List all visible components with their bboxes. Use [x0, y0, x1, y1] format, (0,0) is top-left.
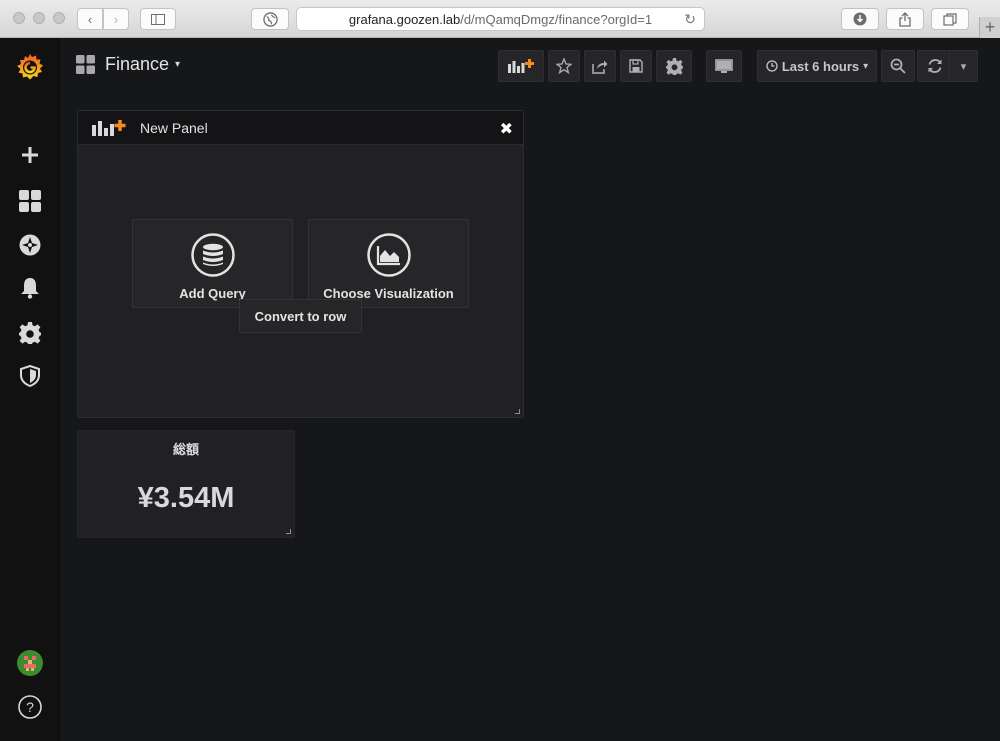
chevron-right-icon: › — [113, 11, 119, 27]
refresh-interval-dropdown[interactable]: ▾ — [949, 50, 978, 82]
bell-icon — [21, 278, 39, 299]
star-dashboard-button[interactable] — [548, 50, 580, 82]
add-query-label: Add Query — [179, 286, 246, 301]
help-icon: ? — [18, 695, 42, 719]
sidebar-item-profile[interactable] — [0, 643, 60, 683]
dashboard-grid-icon — [19, 190, 41, 212]
tabs-icon — [943, 12, 957, 26]
site-settings-button[interactable] — [251, 8, 289, 30]
grafana-logo-icon — [17, 54, 43, 80]
sidebar-toggle-button[interactable] — [140, 8, 176, 30]
refresh-button[interactable] — [917, 50, 953, 82]
sidebar-item-explore[interactable] — [0, 225, 60, 265]
add-panel-icon — [508, 59, 534, 73]
new-tab-button[interactable]: + — [979, 17, 1000, 38]
dashboard-navbar: Finance ▾ Last 6 hours ▾ ▾ — [60, 38, 1000, 94]
shield-icon — [20, 365, 40, 387]
url-path: /d/mQamqDmgz/finance?orgId=1 — [460, 11, 653, 27]
monitor-icon — [715, 58, 733, 73]
caret-down-icon: ▾ — [863, 60, 869, 72]
zoom-out-button[interactable] — [881, 50, 915, 82]
time-range-label: Last 6 hours — [781, 58, 860, 74]
downloads-button[interactable] — [841, 8, 879, 30]
caret-down-icon: ▾ — [960, 60, 967, 73]
gear-icon — [19, 322, 41, 344]
forward-button[interactable]: › — [103, 8, 129, 30]
time-range-picker[interactable]: Last 6 hours ▾ — [757, 50, 877, 82]
sidebar-item-help[interactable]: ? — [0, 687, 60, 727]
add-panel-icon — [92, 119, 126, 136]
add-query-button[interactable]: Add Query — [132, 219, 293, 308]
grafana-logo[interactable] — [0, 47, 60, 87]
sidebar-item-dashboards[interactable] — [0, 181, 60, 221]
choose-visualization-button[interactable]: Choose Visualization — [308, 219, 469, 308]
share-button[interactable] — [886, 8, 924, 30]
star-icon — [556, 58, 572, 74]
sidebar-item-create[interactable] — [0, 135, 60, 175]
chevron-left-icon: ‹ — [87, 11, 93, 27]
stat-value: ¥3.54M — [137, 482, 235, 514]
refresh-icon — [928, 59, 942, 73]
dashboard-picker[interactable]: Finance ▾ — [76, 54, 180, 75]
convert-to-row-button[interactable]: Convert to row — [239, 299, 362, 333]
share-icon — [592, 60, 608, 74]
sidebar-item-server-admin[interactable] — [0, 356, 60, 396]
share-icon — [899, 11, 911, 27]
avatar — [17, 650, 43, 676]
stat-panel-title[interactable]: 総額 — [78, 439, 294, 458]
new-panel-title: New Panel — [140, 119, 208, 136]
stat-panel: 総額 ¥3.54M — [77, 430, 295, 538]
dashboard-grid-icon — [76, 55, 95, 74]
window-minimize-button[interactable] — [33, 12, 45, 24]
new-panel: New Panel ✖ Add Query Choose Visualizati… — [77, 110, 524, 418]
window-close-button[interactable] — [13, 12, 25, 24]
clock-icon — [766, 60, 778, 72]
svg-text:?: ? — [26, 699, 34, 715]
reload-icon[interactable]: ↻ — [684, 11, 696, 28]
database-icon — [190, 233, 235, 277]
window-zoom-button[interactable] — [53, 12, 65, 24]
dashboard-title: Finance — [105, 54, 170, 74]
dashboard-settings-button[interactable] — [656, 50, 692, 82]
gear-icon — [665, 57, 683, 75]
sidebar-icon — [151, 13, 165, 25]
sidebar-item-alerting[interactable] — [0, 268, 60, 308]
compass-icon — [19, 234, 41, 256]
resize-handle[interactable] — [286, 529, 291, 534]
save-icon — [629, 59, 643, 73]
zoom-out-icon — [890, 58, 906, 74]
plus-icon — [22, 147, 38, 163]
area-chart-icon — [366, 233, 411, 277]
tabs-overview-button[interactable] — [931, 8, 969, 30]
add-panel-button[interactable] — [498, 50, 544, 82]
share-dashboard-button[interactable] — [584, 50, 616, 82]
sidemenu: ? — [0, 38, 60, 741]
sidebar-item-configuration[interactable] — [0, 313, 60, 353]
globe-icon — [262, 11, 278, 27]
caret-down-icon: ▾ — [175, 59, 181, 70]
address-bar[interactable]: grafana.goozen.lab/d/mQamqDmgz/finance?o… — [296, 7, 705, 31]
download-icon — [853, 12, 867, 26]
close-icon[interactable]: ✖ — [500, 119, 513, 139]
resize-handle[interactable] — [515, 409, 520, 414]
url-host: grafana.goozen.lab — [348, 11, 461, 27]
browser-toolbar: ‹ › grafana.goozen.lab/d/mQamqDmgz/finan… — [0, 0, 1000, 38]
view-mode-button[interactable] — [706, 50, 742, 82]
save-dashboard-button[interactable] — [620, 50, 652, 82]
new-panel-header: New Panel ✖ — [78, 111, 523, 145]
back-button[interactable]: ‹ — [77, 8, 103, 30]
